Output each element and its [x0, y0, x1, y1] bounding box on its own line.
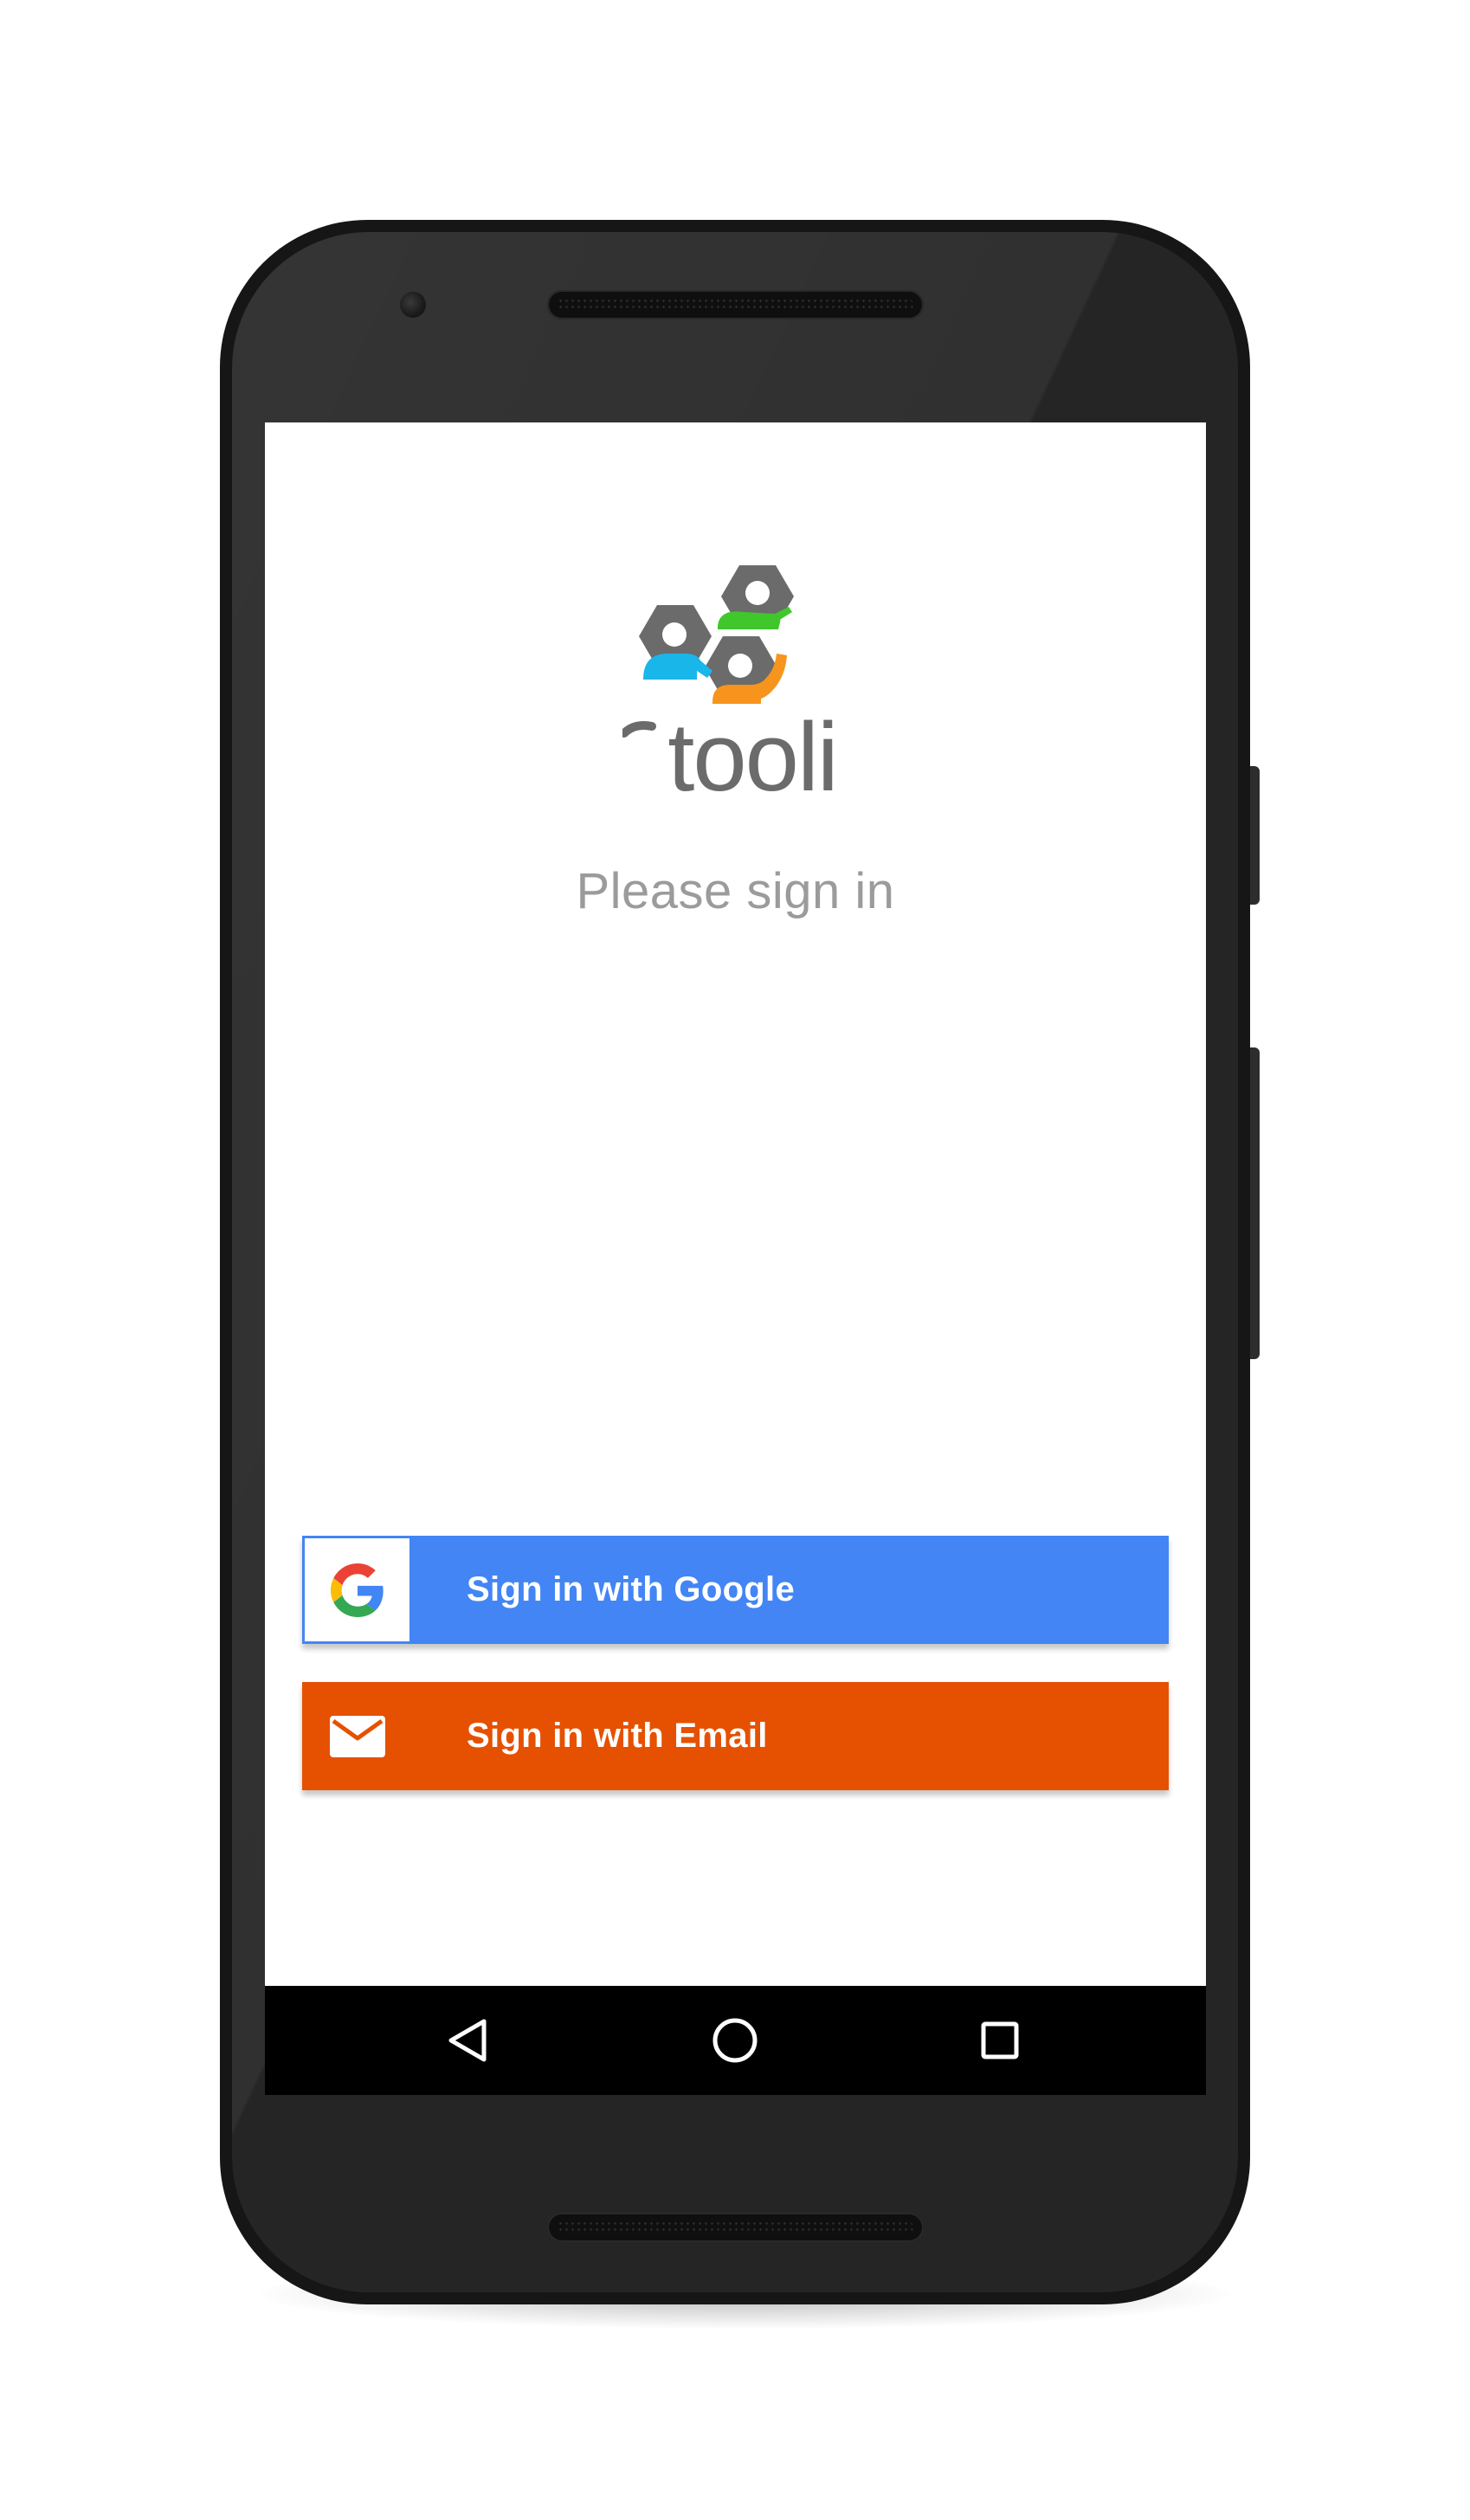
email-button-label: Sign in with Email: [467, 1717, 768, 1755]
bottom-speaker-grille: [547, 2213, 924, 2242]
google-g-icon: [330, 1563, 384, 1617]
home-circle-icon: [712, 2018, 758, 2063]
back-button[interactable]: [435, 2008, 501, 2073]
recents-square-icon: [981, 2021, 1019, 2059]
google-icon-box: [302, 1536, 412, 1644]
top-speaker-grille: [547, 290, 924, 319]
email-sign-in-button[interactable]: Sign in with Email: [302, 1682, 1169, 1790]
page: tooli Please sign in Sign in with Google: [0, 0, 1470, 2520]
envelope-icon: [329, 1715, 385, 1757]
tooli-logo: tooli: [622, 564, 882, 797]
google-button-label: Sign in with Google: [467, 1570, 796, 1608]
brand-wordmark: tooli: [667, 703, 836, 797]
android-navigation-bar: [265, 1986, 1206, 2095]
front-camera: [400, 292, 426, 318]
home-button[interactable]: [702, 2008, 768, 2073]
power-button[interactable]: [1249, 766, 1260, 905]
recents-button[interactable]: [967, 2008, 1033, 2073]
email-icon-box: [302, 1682, 412, 1790]
tooli-logo-icon: tooli: [622, 565, 839, 797]
app-screen: tooli Please sign in Sign in with Google: [265, 422, 1206, 1986]
sign-in-prompt: Please sign in: [576, 863, 895, 919]
back-triangle-icon: [448, 2019, 487, 2062]
volume-rocker[interactable]: [1249, 1047, 1260, 1359]
google-sign-in-button[interactable]: Sign in with Google: [302, 1536, 1169, 1644]
